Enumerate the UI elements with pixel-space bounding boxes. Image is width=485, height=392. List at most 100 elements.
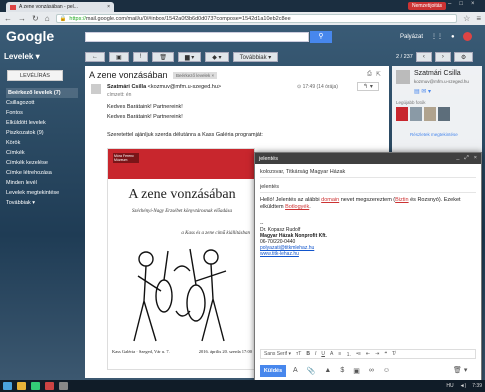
text-size-icon[interactable]: ᴛT	[296, 351, 301, 357]
minimize-icon[interactable]: _	[456, 155, 459, 162]
next-icon[interactable]: ›	[434, 52, 451, 62]
recipient-line[interactable]: címzett: én	[107, 92, 131, 98]
spell-word[interactable]: Botlogyék	[285, 204, 309, 210]
notifications-icon[interactable]: ●	[451, 34, 455, 40]
sidebar-item[interactable]: Elküldött levelek	[6, 118, 78, 128]
avatar[interactable]	[462, 32, 472, 41]
text-color-icon[interactable]: A	[330, 351, 333, 357]
inbox-label-chip[interactable]: Beérkező levelek ×	[173, 72, 218, 79]
close-window-icon[interactable]: ×	[471, 1, 475, 7]
clock[interactable]: 7:39	[472, 383, 482, 389]
reload-icon[interactable]: ↻	[32, 14, 39, 23]
subject-field[interactable]: jelentés	[260, 181, 476, 193]
format-icon[interactable]: A	[293, 367, 298, 375]
photo-thumb[interactable]	[410, 107, 422, 121]
more-button[interactable]: Továbbiak ▾	[232, 52, 279, 62]
spell-word[interactable]: Biztin	[395, 197, 408, 203]
menu-icon[interactable]: ≡	[476, 14, 481, 23]
maximize-icon[interactable]: □	[459, 1, 463, 7]
profile-icon[interactable]: ▤	[414, 89, 420, 95]
delete-button[interactable]: 🗑	[152, 52, 174, 62]
mail-selector[interactable]: Levelek ▾	[4, 52, 40, 61]
label-button[interactable]: ◆ ▾	[205, 52, 229, 62]
sig-web-link[interactable]: www.titk-lehaz.hu	[260, 251, 476, 257]
money-icon[interactable]: $	[340, 367, 344, 375]
sidebar-item[interactable]: Minden levél	[6, 178, 78, 188]
discard-icon[interactable]: 🗑 ▾	[453, 366, 467, 374]
profile-badge[interactable]: Nemzetijoitás	[408, 2, 447, 10]
clear-format-icon[interactable]: T̸	[392, 351, 395, 357]
settings-icon[interactable]: ⚙	[453, 52, 474, 62]
spell-word[interactable]: domain	[321, 197, 339, 203]
send-button[interactable]: Küldés	[260, 365, 286, 377]
sidebar-item[interactable]: Levelek megtekintése	[6, 188, 78, 198]
sidebar-item[interactable]: Címkék	[6, 148, 78, 158]
italic-icon[interactable]: I	[315, 351, 316, 357]
header-right: Palyázat ⋮⋮ ●	[400, 32, 472, 41]
back-icon[interactable]: ←	[4, 14, 12, 23]
sidebar-item[interactable]: Továbbiak ▾	[6, 198, 78, 208]
sidebar-item[interactable]: Címke létrehozása	[6, 168, 78, 178]
archive-button[interactable]: ▣	[109, 52, 129, 62]
photo-thumb[interactable]	[438, 107, 450, 121]
indent-more-icon[interactable]: ⇥	[375, 351, 379, 357]
compose-title: jelentés	[259, 155, 278, 162]
search-input[interactable]	[85, 32, 309, 42]
sidebar-item[interactable]: Címkék kezelése	[6, 158, 78, 168]
search-button[interactable]: ⚲	[310, 31, 332, 43]
underline-icon[interactable]: U	[321, 351, 325, 357]
font-select[interactable]: Sans Serif ▾	[264, 351, 291, 357]
bold-icon[interactable]: B	[306, 351, 310, 357]
align-icon[interactable]: ≡	[338, 351, 341, 357]
compose-header[interactable]: jelentés _ ⤢ ×	[255, 153, 481, 164]
language-indicator[interactable]: HU	[446, 383, 453, 389]
move-button[interactable]: ▆ ▾	[177, 52, 202, 62]
view-details-link[interactable]: Részletek megtekintése	[410, 132, 458, 137]
to-field[interactable]: kolozsvar, Titkárság Magyar Házak	[260, 166, 476, 178]
indent-less-icon[interactable]: ⇤	[366, 351, 370, 357]
browser-tab[interactable]: A zene vonzásában - pel... ×	[6, 2, 114, 12]
sidebar-item[interactable]: Körök	[6, 138, 78, 148]
new-window-icon[interactable]: ⇱	[376, 71, 381, 78]
quote-icon[interactable]: ❝	[384, 351, 387, 357]
sidebar-item[interactable]: Piszkozatok (9)	[6, 128, 78, 138]
chrome-icon[interactable]	[31, 382, 40, 390]
mail-icon[interactable]: ✉ ▾	[421, 89, 431, 95]
print-icon[interactable]: ⎙	[367, 71, 372, 78]
emoji-icon[interactable]: ☺	[383, 367, 390, 375]
link-icon[interactable]: ∞	[369, 367, 374, 375]
compose-button[interactable]: LEVÉLÍRÁS	[7, 70, 63, 81]
app-icon[interactable]	[59, 382, 68, 390]
sidebar-item[interactable]: Csillagozott	[6, 98, 78, 108]
reply-button[interactable]: ↰ ▾	[357, 82, 379, 91]
google-logo[interactable]: Google	[6, 28, 54, 44]
numbered-list-icon[interactable]: ⒈	[346, 351, 351, 358]
close-icon[interactable]: ×	[474, 155, 477, 162]
bullet-list-icon[interactable]: •≡	[356, 351, 361, 357]
media-icon[interactable]	[45, 382, 54, 390]
home-icon[interactable]: ⌂	[45, 14, 50, 23]
volume-icon[interactable]: ◄)	[460, 383, 467, 389]
forward-icon[interactable]: →	[18, 14, 26, 23]
photo-thumb[interactable]	[396, 107, 408, 121]
apps-grid-icon[interactable]: ⋮⋮	[431, 33, 443, 40]
attach-icon[interactable]: 📎	[307, 367, 316, 375]
event-poster-image[interactable]: Móra Ferenc Múzeum A zene vonzásában Szé…	[107, 148, 255, 370]
minimize-icon[interactable]: –	[448, 1, 451, 7]
address-bar[interactable]: 🔒 https:// mail.google.com/mail/u/0/#inb…	[55, 14, 458, 23]
drive-icon[interactable]: ▲	[324, 367, 331, 375]
tab-close-icon[interactable]: ×	[107, 4, 110, 10]
spam-button[interactable]: !	[132, 52, 149, 62]
photo-thumb[interactable]	[424, 107, 436, 121]
compose-body[interactable]: Helló! Jelentés az alábbi domain nevet m…	[260, 197, 476, 257]
start-icon[interactable]	[3, 382, 12, 390]
photo-icon[interactable]: ▣	[353, 367, 360, 375]
explorer-icon[interactable]	[17, 382, 26, 390]
back-button[interactable]: ←	[85, 52, 105, 62]
expand-icon[interactable]: ⤢	[464, 155, 468, 162]
sidebar-item[interactable]: Beérkező levelek (7)	[6, 88, 78, 98]
star-icon[interactable]: ☆	[463, 14, 470, 23]
account-label[interactable]: Palyázat	[400, 34, 423, 40]
prev-icon[interactable]: ‹	[415, 52, 432, 62]
sidebar-item[interactable]: Fontos	[6, 108, 78, 118]
